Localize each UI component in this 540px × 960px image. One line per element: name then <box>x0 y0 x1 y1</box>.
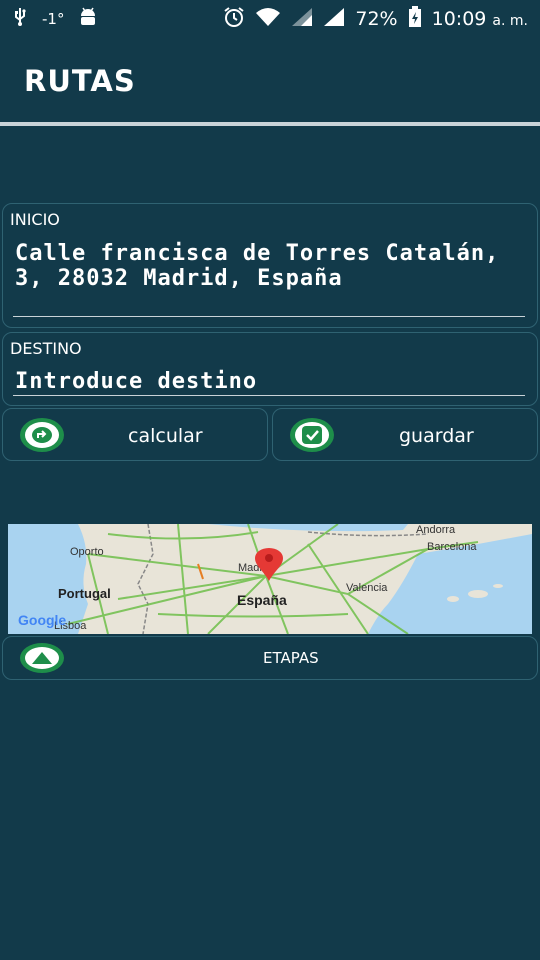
guardar-label: guardar <box>399 425 474 447</box>
etapas-label: ETAPAS <box>263 649 319 667</box>
google-logo-text: Google <box>18 612 67 628</box>
alarm-icon <box>223 6 245 33</box>
usb-icon <box>12 7 28 32</box>
clock-ampm: a. m. <box>492 13 528 29</box>
signal-icon <box>291 7 313 32</box>
status-bar: -1° 72% 10:09 a. m. <box>0 0 540 38</box>
battery-percent: 72% <box>355 8 398 30</box>
app-bar-divider <box>0 122 540 126</box>
map-view[interactable]: Oporto Portugal Lisboa Madrid España Val… <box>8 524 532 634</box>
google-logo: Google <box>18 612 66 628</box>
battery-icon <box>408 5 422 33</box>
map-pin-icon[interactable] <box>253 548 285 586</box>
map-label-espana: España <box>237 592 287 608</box>
map-label-oporto: Oporto <box>70 546 104 558</box>
route-icon <box>20 418 64 452</box>
etapas-button[interactable]: ETAPAS <box>2 636 538 680</box>
inicio-underline <box>13 316 525 317</box>
expand-up-icon <box>20 643 64 673</box>
calcular-button[interactable]: calcular <box>2 408 268 461</box>
destino-label: DESTINO <box>10 339 82 358</box>
signal-icon-2 <box>323 7 345 32</box>
clock-time: 10:09 <box>431 8 487 30</box>
calcular-label: calcular <box>128 425 203 447</box>
inicio-card: INICIO Calle francisca de Torres Catalán… <box>2 203 538 328</box>
android-icon <box>78 6 98 33</box>
check-icon <box>290 418 334 452</box>
page-title: RUTAS <box>24 64 136 98</box>
guardar-button[interactable]: guardar <box>272 408 538 461</box>
wifi-icon <box>255 7 281 32</box>
inicio-input[interactable]: Calle francisca de Torres Catalán, 3, 28… <box>15 241 525 291</box>
app-bar: RUTAS <box>0 38 540 122</box>
clock-text: 10:09 a. m. <box>432 8 528 30</box>
inicio-label: INICIO <box>10 210 60 229</box>
destino-underline <box>13 395 525 396</box>
temperature-text: -1° <box>42 10 65 28</box>
status-bar-left: -1° <box>12 6 98 33</box>
destino-input[interactable]: Introduce destino <box>15 369 525 394</box>
status-bar-right: 72% 10:09 a. m. <box>223 5 528 33</box>
map-label-barcelona: Barcelona <box>427 541 477 553</box>
destino-card: DESTINO Introduce destino <box>2 332 538 406</box>
map-label-portugal: Portugal <box>58 586 111 601</box>
map-label-andorra: Andorra <box>416 524 456 536</box>
map-label-valencia: Valencia <box>346 582 388 594</box>
